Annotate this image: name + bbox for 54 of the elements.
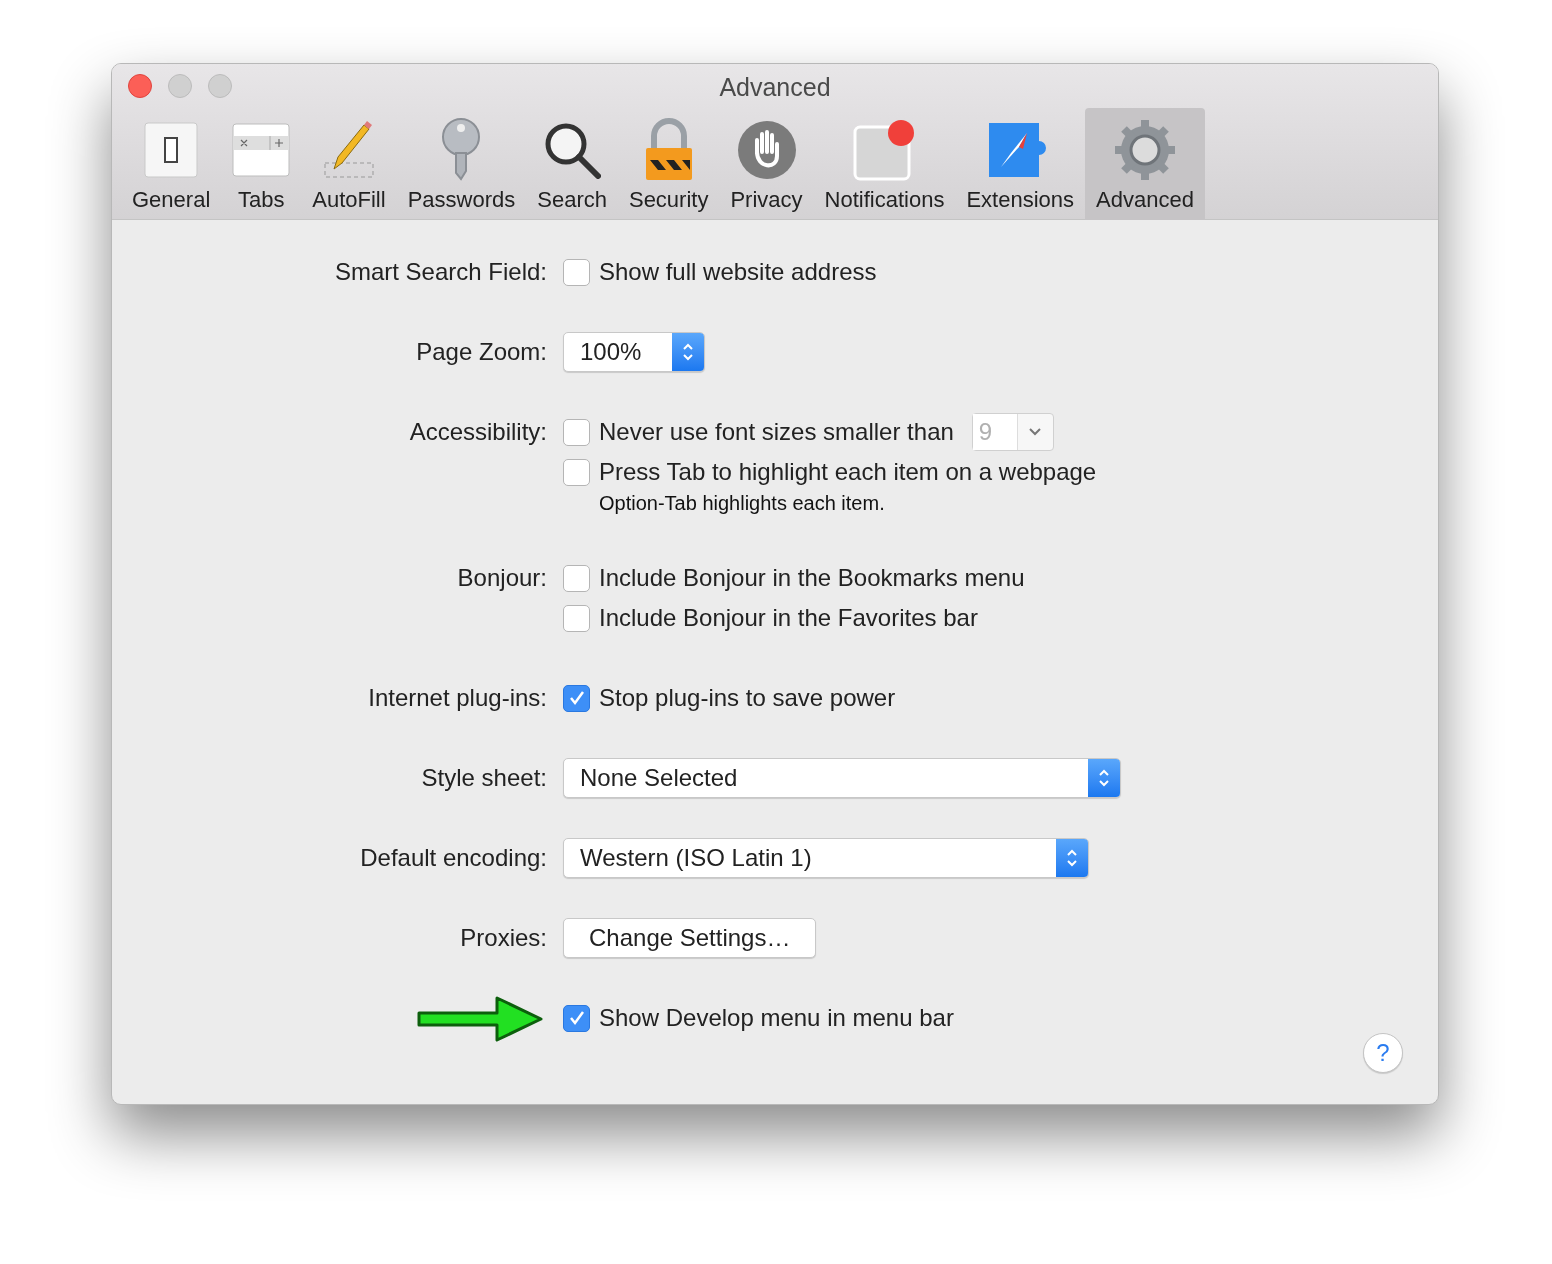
checkbox-label[interactable]: Include Bonjour in the Favorites bar bbox=[599, 600, 978, 636]
checkbox[interactable] bbox=[563, 258, 590, 286]
popup-button[interactable]: Western (ISO Latin 1) bbox=[563, 838, 1089, 878]
popup-button[interactable]: 100% bbox=[563, 332, 705, 372]
setting-label: Proxies: bbox=[460, 923, 547, 953]
toolbar-tab[interactable]: General bbox=[121, 108, 222, 220]
padlock-icon bbox=[643, 118, 694, 182]
help-button[interactable]: ? bbox=[1363, 1033, 1403, 1073]
toolbar-tab[interactable]: Notifications bbox=[813, 108, 956, 220]
checkmark-icon bbox=[567, 1009, 586, 1027]
zoom-button[interactable] bbox=[208, 74, 232, 98]
setting-label: Style sheet: bbox=[421, 763, 547, 793]
setting-label: Internet plug-ins: bbox=[368, 683, 547, 713]
up-down-chevron-icon bbox=[1097, 767, 1111, 789]
checkbox[interactable] bbox=[563, 1004, 590, 1032]
checkbox-label[interactable]: Include Bonjour in the Bookmarks menu bbox=[599, 560, 1025, 596]
checkbox[interactable] bbox=[563, 458, 590, 486]
checkbox-label[interactable]: Show Develop menu in menu bar bbox=[599, 1000, 954, 1036]
tabs-icon bbox=[232, 122, 291, 178]
setting-label: Default encoding: bbox=[360, 843, 547, 873]
checkbox-label[interactable]: Never use font sizes smaller than bbox=[599, 414, 954, 450]
checkbox[interactable] bbox=[563, 418, 590, 446]
up-down-chevron-icon bbox=[681, 341, 695, 363]
toolbar-tab[interactable]: AutoFill bbox=[301, 108, 397, 220]
toolbar-tab[interactable]: Search bbox=[526, 108, 618, 220]
change-settings-button[interactable]: Change Settings… bbox=[563, 918, 817, 958]
toolbar-tab[interactable]: Passwords bbox=[396, 108, 527, 220]
toolbar-tab[interactable]: Advanced bbox=[1085, 108, 1205, 220]
toolbar-tab[interactable]: Privacy bbox=[719, 108, 814, 220]
switch-icon bbox=[143, 121, 200, 179]
setting-label: Smart Search Field: bbox=[334, 257, 547, 287]
hand-icon bbox=[736, 120, 797, 180]
setting-label: Page Zoom: bbox=[416, 337, 547, 367]
up-down-chevron-icon bbox=[1065, 847, 1079, 869]
search-icon bbox=[543, 121, 602, 179]
checkbox[interactable] bbox=[563, 564, 590, 592]
checkbox[interactable] bbox=[563, 684, 590, 712]
checkbox-label[interactable]: Show full website address bbox=[599, 254, 877, 290]
setting-label: Accessibility: bbox=[409, 417, 547, 447]
checkmark-icon bbox=[567, 689, 586, 707]
hint-text: Option-Tab highlights each item. bbox=[599, 492, 885, 514]
checkbox-label[interactable]: Stop plug-ins to save power bbox=[599, 680, 896, 716]
minimize-button[interactable] bbox=[168, 74, 192, 98]
toolbar-tab[interactable]: Extensions bbox=[955, 108, 1086, 220]
chevron-down-icon bbox=[1028, 427, 1043, 437]
window-title: Advanced bbox=[719, 72, 831, 102]
toolbar-tab[interactable]: Security bbox=[617, 108, 720, 220]
checkbox[interactable] bbox=[563, 604, 590, 632]
popup-button[interactable]: None Selected bbox=[563, 758, 1121, 798]
toolbar-tab[interactable]: Tabs bbox=[221, 108, 302, 220]
gear-icon bbox=[1112, 118, 1177, 182]
close-button[interactable] bbox=[128, 74, 152, 98]
setting-label: Bonjour: bbox=[457, 563, 547, 593]
checkbox-label[interactable]: Press Tab to highlight each item on a webpage bbox=[599, 454, 1097, 490]
